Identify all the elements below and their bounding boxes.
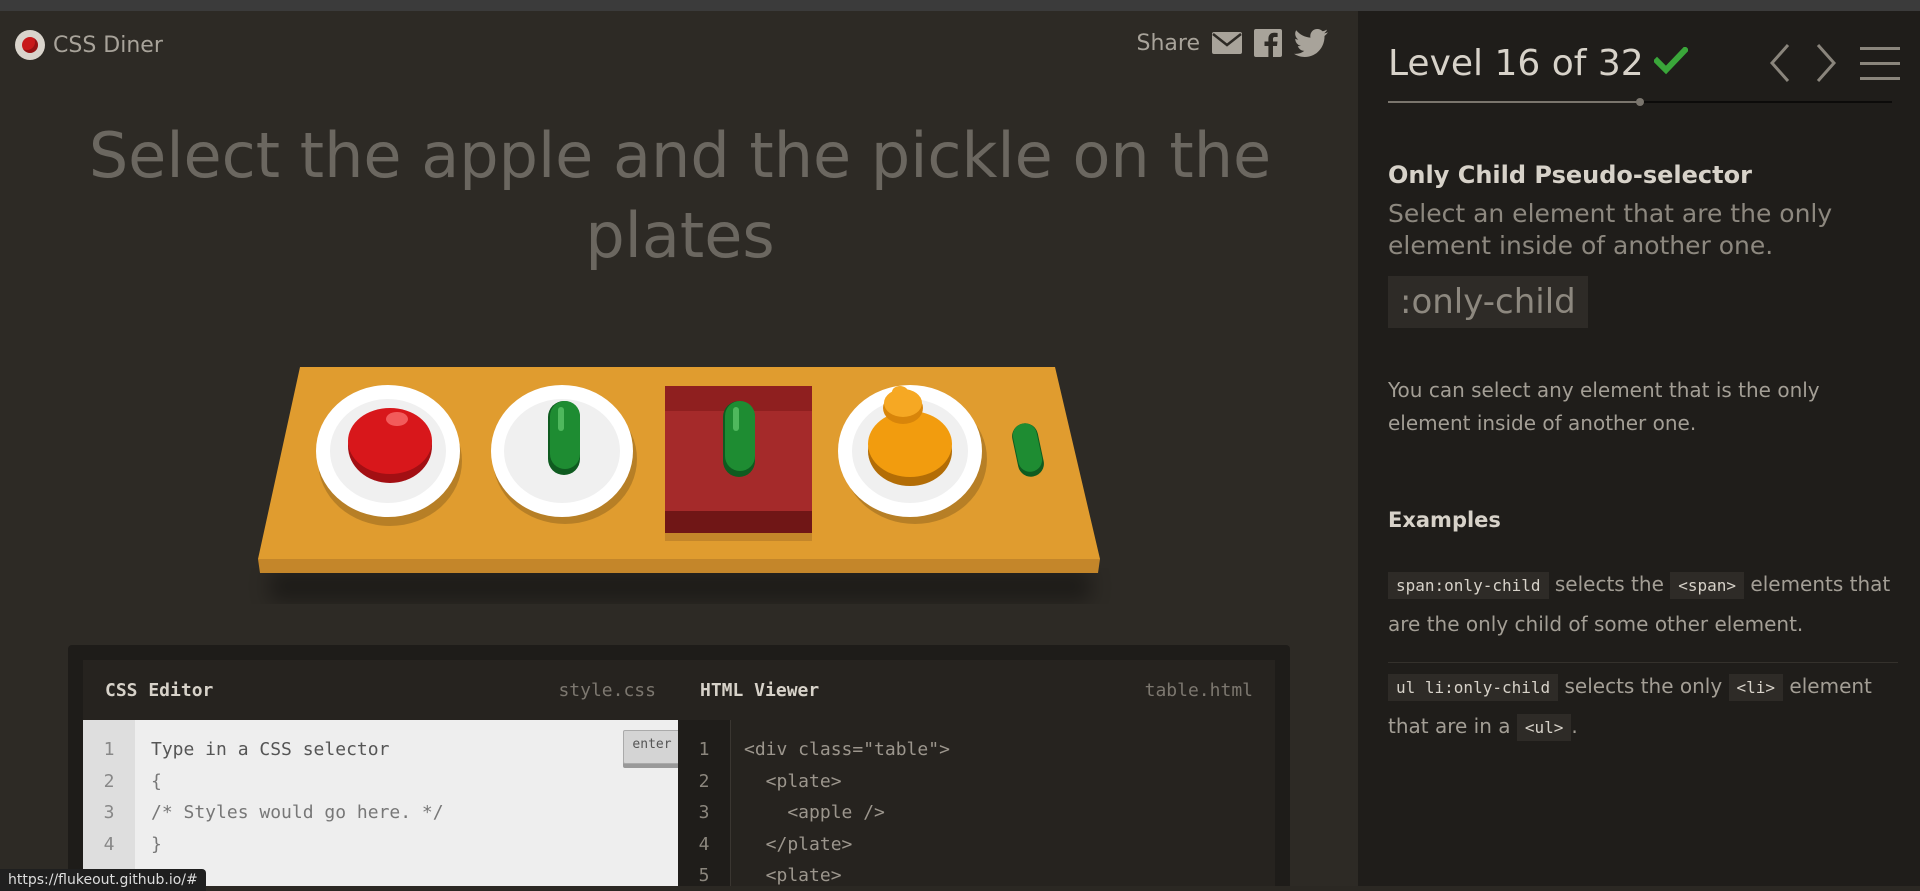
link-status-bar: https://flukeout.github.io/# — [0, 869, 206, 891]
previous-level-icon[interactable] — [1768, 43, 1792, 87]
line-number: 2 — [103, 770, 115, 792]
level-progress-knob — [1636, 98, 1644, 106]
line-number: 5 — [698, 865, 710, 886]
line-number: 4 — [698, 833, 710, 855]
example-code: <span> — [1670, 572, 1745, 599]
line-number: 3 — [698, 802, 710, 823]
example-code: span:only-child — [1388, 572, 1549, 599]
html-viewer: 1 <div class="table"> 2 <plate> 3 <apple … — [678, 720, 1275, 886]
editor-panel: CSS Editor style.css HTML Viewer table.h… — [68, 645, 1290, 886]
next-level-icon[interactable] — [1814, 43, 1838, 87]
line-number: 2 — [698, 770, 710, 792]
example-item: ul li:only-child selects the only <li> e… — [1388, 662, 1898, 747]
level-sidebar: Level 16 of 32 Only Child Pseudo-selecto… — [1358, 11, 1920, 886]
line-number: 1 — [103, 739, 115, 760]
css-selector-input[interactable]: Type in a CSS selector — [135, 734, 389, 766]
level-indicator[interactable]: Level 16 of 32 — [1388, 43, 1689, 84]
line-number: 3 — [103, 802, 115, 823]
css-editor-title: CSS Editor — [105, 679, 214, 701]
menu-icon[interactable] — [1860, 45, 1900, 85]
example-text: selects the only — [1558, 674, 1729, 698]
code-line: /* Styles would go here. */ — [151, 802, 444, 823]
selector-title: Select an element that are the only elem… — [1388, 199, 1833, 260]
html-line[interactable]: <apple /> — [730, 797, 885, 829]
browser-top-strip — [0, 0, 1920, 11]
level-text: Level 16 of 32 — [1388, 43, 1644, 84]
html-line[interactable]: <plate> — [730, 860, 842, 886]
html-viewer-title: HTML Viewer — [700, 679, 820, 701]
mail-icon[interactable] — [1212, 32, 1242, 54]
example-item: span:only-child selects the <span> eleme… — [1388, 565, 1898, 644]
css-editor[interactable]: 1 Type in a CSS selector 2 { 3 /* Styles wo… — [83, 720, 681, 886]
share-bar: Share — [1136, 29, 1328, 57]
table-scene — [258, 367, 1100, 601]
checkmark-icon — [1652, 43, 1689, 84]
logo-plate-icon — [15, 30, 45, 60]
level-progress-bar — [1388, 98, 1892, 106]
enter-button[interactable]: enter — [623, 730, 681, 764]
level-progress-fill — [1388, 101, 1640, 103]
html-viewer-filename: table.html — [1144, 679, 1253, 701]
example-code: ul li:only-child — [1388, 674, 1559, 701]
selector-hint: You can select any element that is the o… — [1388, 378, 1820, 435]
code-line: } — [151, 833, 162, 855]
html-viewer-header: HTML Viewer table.html — [678, 660, 1275, 720]
html-line[interactable]: <plate> — [730, 766, 842, 798]
level-instruction: Select the apple and the pickle on the p… — [88, 119, 1272, 272]
twitter-icon[interactable] — [1294, 29, 1328, 57]
bento-with-pickle[interactable] — [665, 386, 812, 541]
example-code: <li> — [1728, 674, 1784, 701]
logo[interactable]: CSS Diner — [15, 30, 163, 60]
selector-name: Only Child Pseudo-selector — [1388, 161, 1752, 189]
line-number: 1 — [698, 739, 710, 760]
line-number: 4 — [103, 833, 115, 855]
code-line: { — [151, 770, 162, 792]
html-line[interactable]: </plate> — [730, 829, 853, 861]
app-name: CSS Diner — [53, 32, 163, 58]
css-editor-header: CSS Editor style.css — [83, 660, 678, 720]
share-label: Share — [1136, 30, 1201, 56]
table-edge — [258, 559, 1100, 573]
selector-syntax: :only-child — [1388, 276, 1588, 328]
plate-with-apple[interactable] — [316, 385, 462, 526]
example-text: . — [1571, 714, 1578, 738]
examples-title: Examples — [1388, 508, 1501, 532]
html-line[interactable]: <div class="table"> — [730, 734, 950, 766]
css-editor-filename: style.css — [558, 679, 656, 701]
level-nav — [1768, 43, 1900, 87]
game-area: CSS Diner Share Select the apple and the… — [0, 11, 1358, 886]
facebook-icon[interactable] — [1254, 29, 1282, 57]
example-text: selects the — [1548, 572, 1671, 596]
example-code: <ul> — [1516, 714, 1572, 741]
